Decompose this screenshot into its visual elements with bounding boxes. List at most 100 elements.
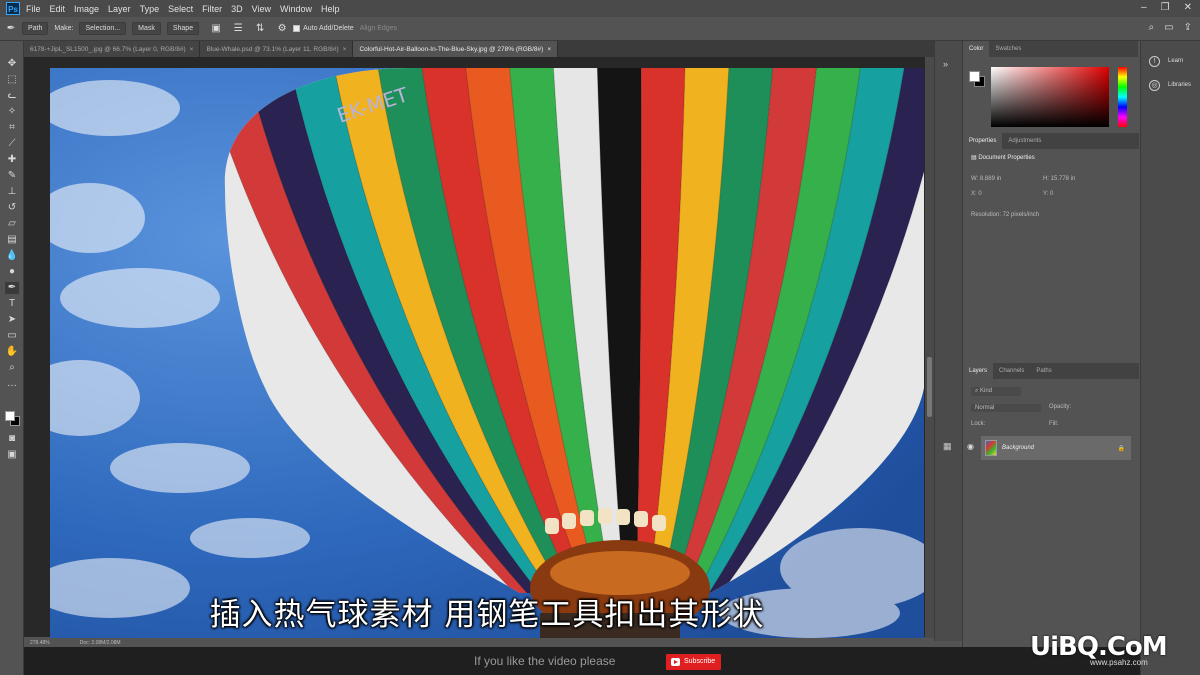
close-icon[interactable]: × [547,46,551,53]
tab-layers[interactable]: Layers [963,363,994,379]
more-tools-icon[interactable]: … [5,378,19,390]
w-value[interactable]: 8.889 in [980,176,1001,182]
quick-mask-icon[interactable]: ◙ [5,433,19,445]
crop-tool-icon[interactable]: ⌗ [5,122,19,134]
zoom-tool-icon[interactable]: ⌕ [5,362,19,374]
menu-image[interactable]: Image [74,4,99,14]
shape-tool-icon[interactable]: ▭ [5,330,19,342]
learn-label: Learn [1168,58,1184,64]
menu-select[interactable]: Select [168,4,193,14]
shape-button[interactable]: Shape [166,22,200,35]
layer-name[interactable]: Background [1002,445,1034,451]
type-tool-icon[interactable]: T [5,298,19,310]
color-panel-tabs: Color Swatches [963,41,1138,57]
history-icon[interactable]: ▦ [943,441,952,452]
menu-type[interactable]: Type [140,4,160,14]
auto-add-delete-label: Auto Add/Delete [303,25,354,32]
subscribe-button[interactable]: Subscribe [666,654,722,670]
collapse-panels-icon[interactable]: » [943,59,948,69]
tab-color[interactable]: Color [963,41,990,57]
menu-file[interactable]: File [26,4,41,14]
layer-row[interactable]: Background 🔒 [981,436,1131,460]
x-field[interactable]: X: 0 [971,191,982,197]
menu-view[interactable]: View [252,4,271,14]
height-field[interactable]: H: 15.778 in [1043,176,1075,182]
y-field[interactable]: Y: 0 [1043,191,1053,197]
subscribe-message: If you like the video please [474,654,616,668]
tab-properties[interactable]: Properties [963,133,1003,149]
path-mode-select[interactable]: Path [22,22,49,35]
history-brush-tool-icon[interactable]: ↺ [5,202,19,214]
foreground-color-swatch[interactable] [5,411,15,421]
document-canvas[interactable]: EK-MET 插入热气球素材 用钢笔工具扣出其形状 [50,68,924,638]
learn-button[interactable]: ! Learn [1141,49,1200,73]
x-value[interactable]: 0 [978,191,981,197]
marquee-tool-icon[interactable]: ⬚ [5,74,19,86]
libraries-label: Libraries [1168,82,1192,88]
magic-wand-tool-icon[interactable]: ✧ [5,106,19,118]
eyedropper-tool-icon[interactable]: ⟋ [5,138,19,150]
workspace-icon[interactable]: ▭ [1164,22,1173,33]
photoshop-logo-icon[interactable]: Ps [6,2,20,15]
tab-swatches[interactable]: Swatches [989,41,1027,57]
path-operations-icon[interactable]: ▣ [210,23,222,35]
vertical-scrollbar[interactable] [925,57,934,638]
layer-filter-kind[interactable]: ⌕ Kind [971,387,1021,396]
lasso-tool-icon[interactable]: ᓚ [5,90,19,102]
menu-filter[interactable]: Filter [202,4,222,14]
menu-window[interactable]: Window [280,4,312,14]
scrollbar-thumb[interactable] [927,357,932,417]
align-edges-label: Align Edges [359,25,398,32]
clone-stamp-tool-icon[interactable]: ⊥ [5,186,19,198]
y-value[interactable]: 0 [1050,191,1053,197]
pen-tool-icon[interactable]: ✒ [5,282,19,294]
minimize-icon[interactable]: – [1141,2,1147,13]
color-picker-field[interactable] [991,67,1109,127]
tab-adjustments[interactable]: Adjustments [1002,133,1047,149]
close-icon[interactable]: × [343,46,347,53]
auto-add-delete-checkbox[interactable] [293,25,301,32]
dodge-tool-icon[interactable]: ● [5,266,19,278]
hue-slider[interactable] [1118,67,1127,127]
blur-tool-icon[interactable]: 💧 [5,250,19,262]
close-icon[interactable]: ✕ [1184,2,1192,13]
document-tab[interactable]: 6178-+JipL_SL1500_.jpg @ 66.7% (Layer 0,… [24,41,201,57]
menu-help[interactable]: Help [321,4,340,14]
brush-tool-icon[interactable]: ✎ [5,170,19,182]
document-tab-active[interactable]: Colorful-Hot-Air-Balloon-In-The-Blue-Sky… [353,41,559,57]
maximize-icon[interactable]: ❐ [1161,2,1170,13]
menu-3d[interactable]: 3D [231,4,243,14]
menu-edit[interactable]: Edit [50,4,66,14]
blend-mode-select[interactable]: Normal [971,404,1041,412]
width-field[interactable]: W: 8.889 in [971,176,1001,182]
path-alignment-icon[interactable]: ☰ [232,23,244,35]
screen-mode-icon[interactable]: ▣ [5,449,19,461]
pen-tool-icon[interactable]: ✒ [5,23,17,35]
close-icon[interactable]: × [190,46,194,53]
search-icon[interactable]: ⌕ [1149,22,1155,33]
menu-layer[interactable]: Layer [108,4,131,14]
eraser-tool-icon[interactable]: ▱ [5,218,19,230]
zoom-level[interactable]: 278.48% [30,640,50,646]
mask-button[interactable]: Mask [132,22,161,35]
path-arrangement-icon[interactable]: ⇅ [254,23,266,35]
hand-tool-icon[interactable]: ✋ [5,346,19,358]
status-bar: 278.48% Doc: 2.08M/2.08M [24,638,934,647]
document-tab[interactable]: Blue-Whale.psd @ 73.1% (Layer 11, RGB/8#… [200,41,354,57]
move-tool-icon[interactable]: ✥ [5,58,19,70]
libraries-button[interactable]: ◎ Libraries [1141,73,1200,97]
gear-icon[interactable]: ⚙ [276,23,288,35]
foreground-color-swatch[interactable] [969,71,980,82]
healing-tool-icon[interactable]: ✚ [5,154,19,166]
document-tabs: 6178-+JipL_SL1500_.jpg @ 66.7% (Layer 0,… [24,41,934,57]
selection-button[interactable]: Selection... [79,22,127,35]
x-label: X: [971,191,977,197]
share-icon[interactable]: ⇪ [1184,22,1192,33]
site-watermark-url: www.psahz.com [1090,658,1148,667]
gradient-tool-icon[interactable]: ▤ [5,234,19,246]
h-value[interactable]: 15.778 in [1051,176,1076,182]
tab-paths[interactable]: Paths [1030,363,1057,379]
tab-channels[interactable]: Channels [993,363,1030,379]
visibility-eye-icon[interactable]: ◉ [967,442,974,451]
path-selection-tool-icon[interactable]: ➤ [5,314,19,326]
